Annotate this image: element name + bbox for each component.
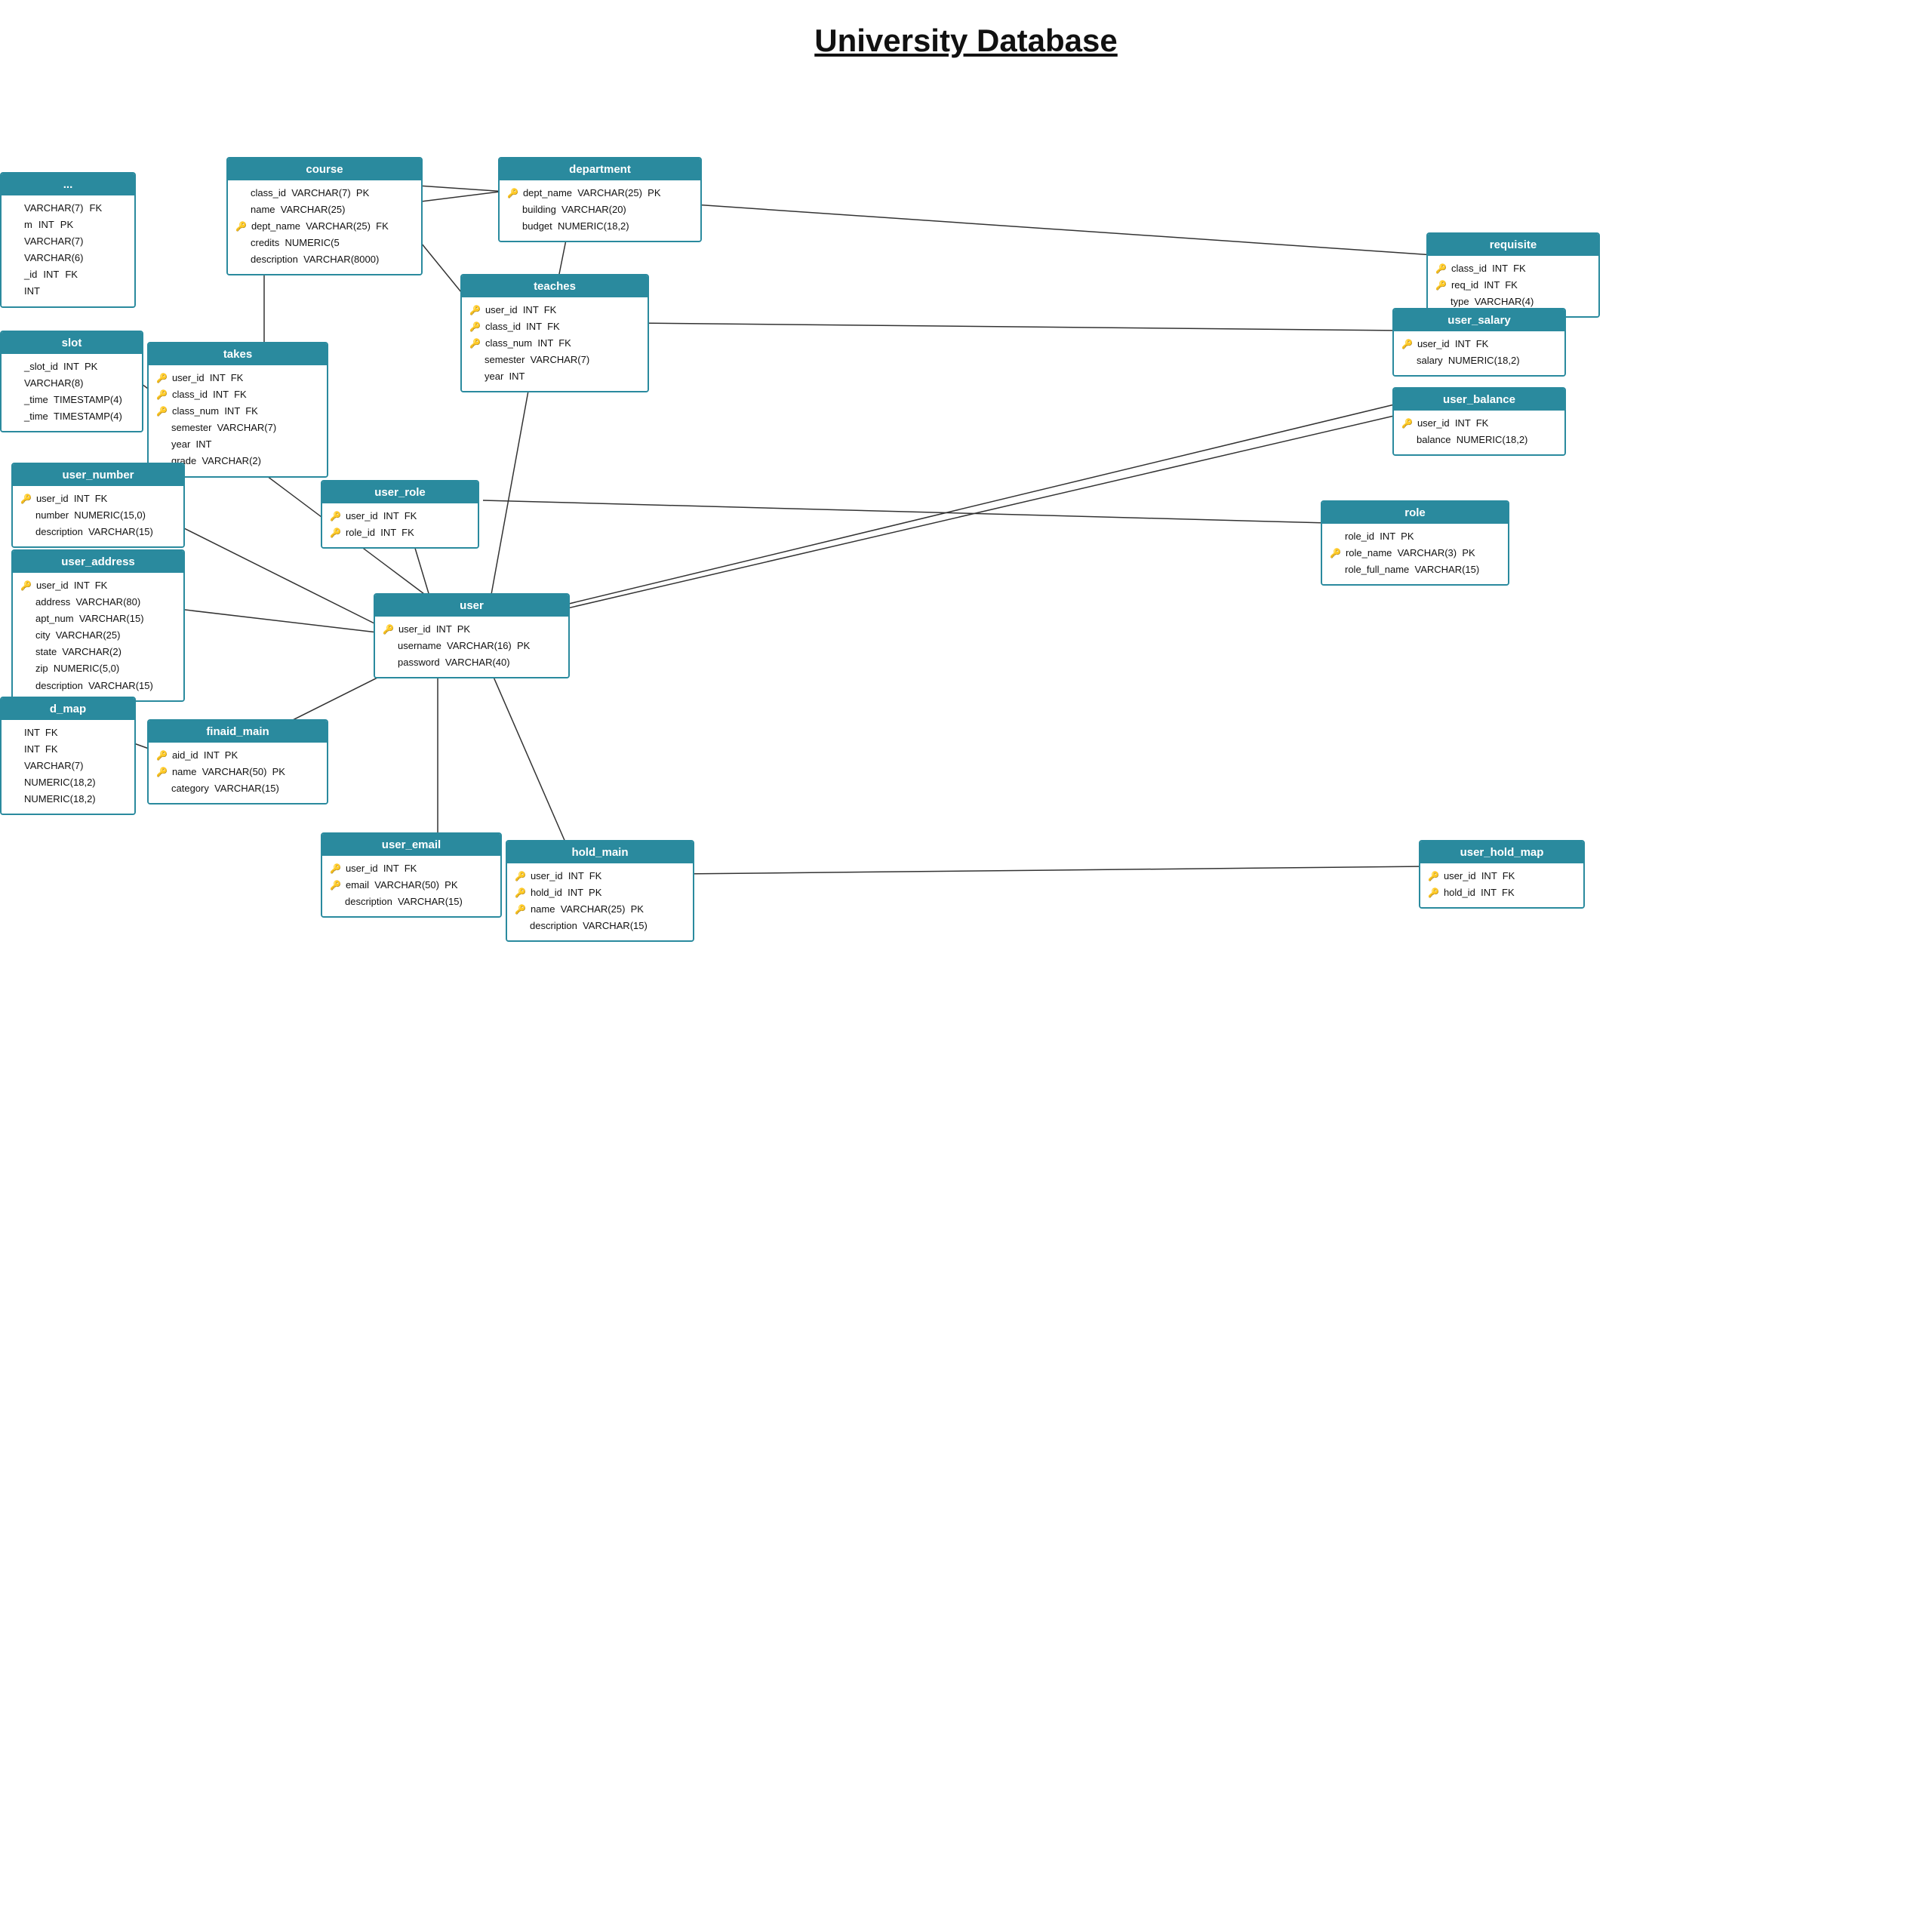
table-header-user-role: user_role	[322, 481, 478, 503]
table-body-user-address: 🔑user_id INT FK address VARCHAR(80) apt_…	[13, 573, 183, 700]
table-header-teaches: teaches	[462, 275, 648, 297]
page-title: University Database	[0, 0, 1932, 74]
table-user-salary: user_salary 🔑user_id INT FK salary NUMER…	[1392, 308, 1566, 377]
table-department: department 🔑dept_name VARCHAR(25) PK bui…	[498, 157, 702, 242]
table-body-department: 🔑dept_name VARCHAR(25) PK building VARCH…	[500, 180, 700, 241]
table-header-role: role	[1322, 502, 1508, 524]
table-header-user-address: user_address	[13, 551, 183, 573]
table-body-user: 🔑user_id INT PK username VARCHAR(16) PK …	[375, 617, 568, 677]
table-user-email: user_email 🔑user_id INT FK 🔑email VARCHA…	[321, 832, 502, 918]
table-header-user-balance: user_balance	[1394, 389, 1564, 411]
diagram-canvas: ... VARCHAR(7)FK mINTPK VARCHAR(7) VARCH…	[0, 74, 1932, 1885]
table-body-teaches: 🔑user_id INT FK 🔑class_id INT FK 🔑class_…	[462, 297, 648, 391]
table-header-department: department	[500, 158, 700, 180]
table-header-requisite: requisite	[1428, 234, 1598, 256]
table-body-user-balance: 🔑user_id INT FK balance NUMERIC(18,2)	[1394, 411, 1564, 454]
table-body-user-hold-map: 🔑user_id INT FK 🔑hold_id INT FK	[1420, 863, 1583, 907]
table-hold-main: hold_main 🔑user_id INT FK 🔑hold_id INT P…	[506, 840, 694, 942]
table-body-hold-main: 🔑user_id INT FK 🔑hold_id INT PK 🔑name VA…	[507, 863, 693, 940]
table-role: role role_id INT PK 🔑role_name VARCHAR(3…	[1321, 500, 1509, 586]
table-header-user-number: user_number	[13, 464, 183, 486]
table-header-course: course	[228, 158, 421, 180]
table-requisite: requisite 🔑class_id INT FK 🔑req_id INT F…	[1426, 232, 1600, 318]
table-body-finaid-d-map: INT FK INT FK VARCHAR(7) NUMERIC(18,2) N…	[2, 720, 134, 814]
table-user: user 🔑user_id INT PK username VARCHAR(16…	[374, 593, 570, 678]
table-user-hold-map: user_hold_map 🔑user_id INT FK 🔑hold_id I…	[1419, 840, 1585, 909]
table-slot: slot _slot_id INT PK VARCHAR(8) _time TI…	[0, 331, 143, 432]
table-takes: takes 🔑user_id INT FK 🔑class_id INT FK 🔑…	[147, 342, 328, 478]
table-finaid-d-map: d_map INT FK INT FK VARCHAR(7) NUMERIC(1…	[0, 697, 136, 815]
table-header-partial: ...	[2, 174, 134, 195]
table-header-hold-main: hold_main	[507, 841, 693, 863]
table-body-user-email: 🔑user_id INT FK 🔑email VARCHAR(50) PK de…	[322, 856, 500, 916]
table-body-role: role_id INT PK 🔑role_name VARCHAR(3) PK …	[1322, 524, 1508, 584]
table-body-user-number: 🔑user_id INT FK number NUMERIC(15,0) des…	[13, 486, 183, 546]
table-teaches: teaches 🔑user_id INT FK 🔑class_id INT FK…	[460, 274, 649, 392]
table-body-user-role: 🔑user_id INT FK 🔑role_id INT FK	[322, 503, 478, 547]
table-header-user-salary: user_salary	[1394, 309, 1564, 331]
table-header-finaid-d-map: d_map	[2, 698, 134, 720]
table-body-partial: VARCHAR(7)FK mINTPK VARCHAR(7) VARCHAR(6…	[2, 195, 134, 306]
table-header-user-email: user_email	[322, 834, 500, 856]
table-user-balance: user_balance 🔑user_id INT FK balance NUM…	[1392, 387, 1566, 456]
table-course: course class_id VARCHAR(7) PK name VARCH…	[226, 157, 423, 275]
table-body-takes: 🔑user_id INT FK 🔑class_id INT FK 🔑class_…	[149, 365, 327, 476]
table-body-finaid-main: 🔑aid_id INT PK 🔑name VARCHAR(50) PK cate…	[149, 743, 327, 803]
table-header-user: user	[375, 595, 568, 617]
table-header-takes: takes	[149, 343, 327, 365]
table-header-finaid-main: finaid_main	[149, 721, 327, 743]
table-user-role: user_role 🔑user_id INT FK 🔑role_id INT F…	[321, 480, 479, 549]
table-header-user-hold-map: user_hold_map	[1420, 841, 1583, 863]
table-finaid-main: finaid_main 🔑aid_id INT PK 🔑name VARCHAR…	[147, 719, 328, 804]
table-body-user-salary: 🔑user_id INT FK salary NUMERIC(18,2)	[1394, 331, 1564, 375]
table-body-course: class_id VARCHAR(7) PK name VARCHAR(25) …	[228, 180, 421, 274]
table-body-slot: _slot_id INT PK VARCHAR(8) _time TIMESTA…	[2, 354, 142, 431]
table-user-number: user_number 🔑user_id INT FK number NUMER…	[11, 463, 185, 548]
table-partial-left: ... VARCHAR(7)FK mINTPK VARCHAR(7) VARCH…	[0, 172, 136, 308]
table-user-address: user_address 🔑user_id INT FK address VAR…	[11, 549, 185, 702]
table-header-slot: slot	[2, 332, 142, 354]
